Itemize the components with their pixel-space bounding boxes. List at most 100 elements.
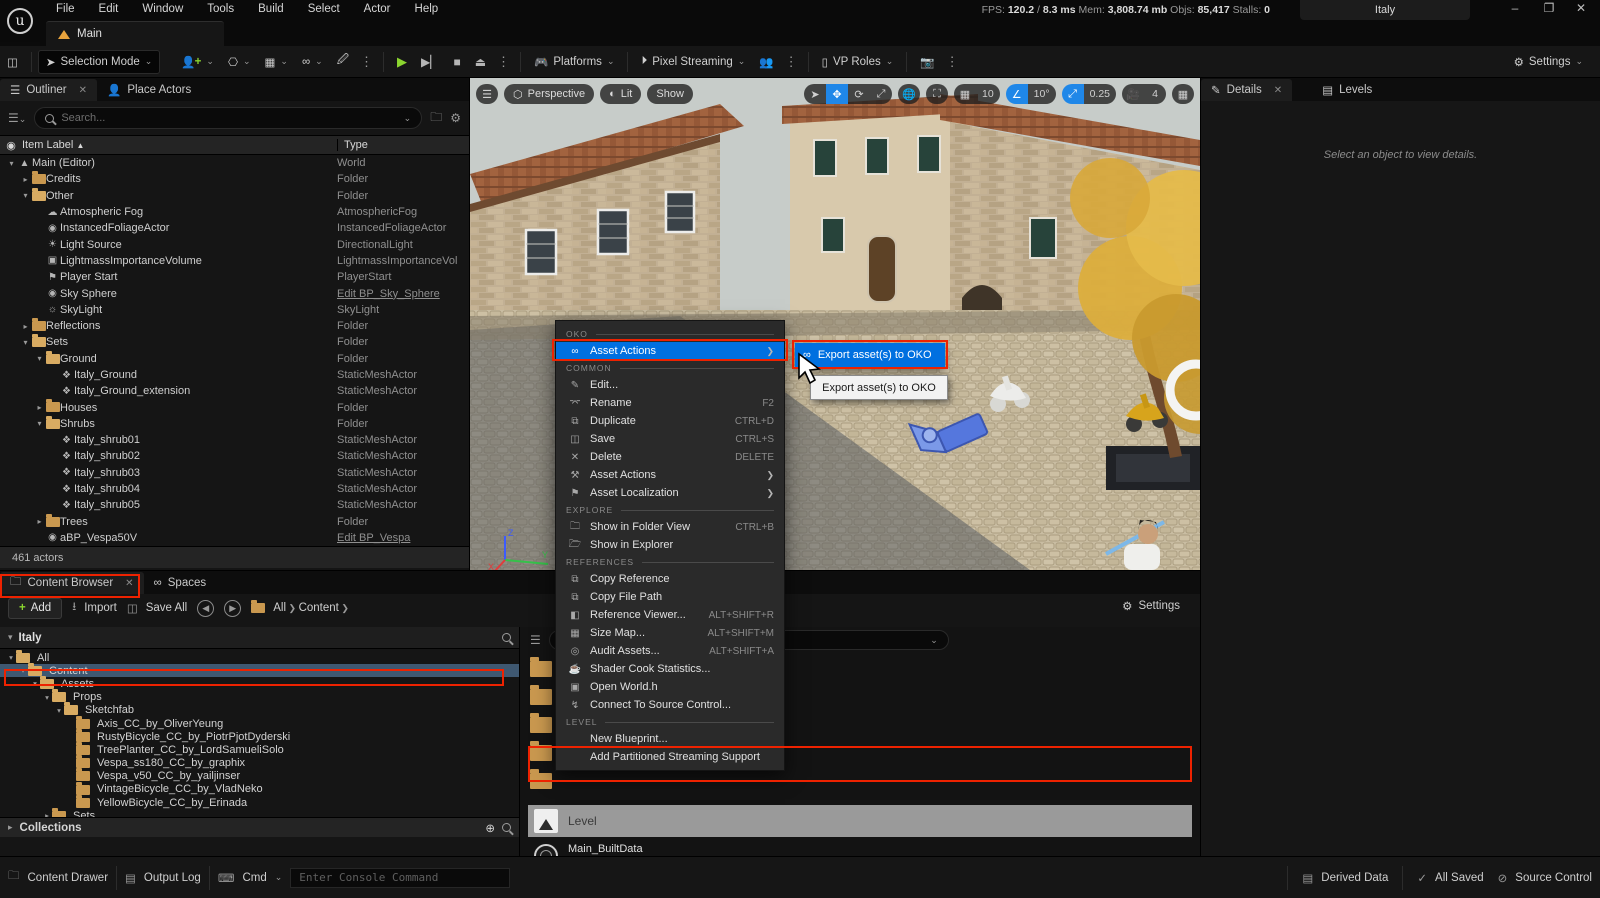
scale-tool-icon[interactable]: ⤢ (870, 84, 892, 104)
outliner-row[interactable]: ▸TreesFolder (0, 514, 469, 530)
outliner-row[interactable]: ❖Italy_Ground_extensionStaticMeshActor (0, 383, 469, 399)
eject-button[interactable]: ⏏ (468, 50, 493, 74)
context-item-duplicate[interactable]: ⧉DuplicateCTRL+D (556, 412, 784, 430)
context-item-connect-to-source-control-[interactable]: ↯Connect To Source Control... (556, 696, 784, 714)
outliner-search[interactable]: ⌄ (34, 107, 422, 129)
all-saved-button[interactable]: ✓All Saved (1417, 871, 1483, 885)
outliner-settings-icon[interactable]: ⚙ (450, 111, 461, 125)
cmd-dropdown[interactable]: ⌨Cmd⌄ (218, 871, 282, 885)
vp-roles-dropdown[interactable]: ▯VP Roles⌄ (815, 50, 901, 74)
back-button[interactable]: ◀ (197, 600, 214, 617)
folder-tree-row[interactable]: ▸ Sets (0, 809, 519, 817)
collections-bar[interactable]: ▸ Collections ⊕ (0, 817, 519, 837)
expander-icon[interactable]: ▾ (6, 653, 16, 662)
folder-tree-row[interactable]: ▾ Assets (0, 677, 519, 690)
edit-blueprint-link[interactable]: Edit BP_Vespa (337, 532, 469, 544)
outliner-row[interactable]: ▸ReflectionsFolder (0, 318, 469, 334)
camera-speed-value[interactable]: 4 (1144, 84, 1166, 104)
outliner-column-header[interactable]: ◉ Item Label ▲ Type (0, 135, 469, 155)
tab-place-actors[interactable]: 👤 Place Actors (97, 79, 201, 101)
context-item-audit-assets-[interactable]: ◎Audit Assets...ALT+SHIFT+A (556, 642, 784, 660)
expander-icon[interactable]: ▾ (18, 666, 28, 675)
menu-tools[interactable]: Tools (195, 0, 246, 15)
context-item-size-map-[interactable]: ▦Size Map...ALT+SHIFT+M (556, 624, 784, 642)
output-log-button[interactable]: ▤Output Log (125, 871, 201, 885)
outliner-row[interactable]: ◉Sky SphereEdit BP_Sky_Sphere (0, 285, 469, 301)
settings-dropdown[interactable]: ⚙Settings⌄ (1507, 50, 1590, 74)
outliner-row[interactable]: ▾▲Main (Editor)World (0, 155, 469, 171)
forward-button[interactable]: ▶ (224, 600, 241, 617)
rotate-tool-icon[interactable]: ⟳ (848, 84, 870, 104)
toolbar-overflow-kebab[interactable]: ⋮ (356, 54, 377, 70)
folder-tree-row[interactable]: ▾ Content (0, 664, 519, 677)
context-item-save[interactable]: ◫SaveCTRL+S (556, 430, 784, 448)
asset-folder-row[interactable] (530, 717, 556, 737)
expander-icon[interactable]: ▾ (20, 338, 31, 347)
add-collection-icon[interactable]: ⊕ (485, 821, 495, 835)
camera-kebab[interactable]: ⋮ (942, 54, 963, 70)
outliner-row[interactable]: ▾SetsFolder (0, 334, 469, 350)
select-tool-icon[interactable]: ➤ (804, 84, 826, 104)
outliner-row[interactable]: ☀Light SourceDirectionalLight (0, 236, 469, 252)
scale-snap-icon[interactable]: ⤢ (1062, 84, 1084, 104)
landscape-tool-button[interactable]: 🖉 (330, 50, 356, 74)
outliner-row[interactable]: ⚑Player StartPlayerStart (0, 269, 469, 285)
context-item-show-in-explorer[interactable]: 🗁Show in Explorer (556, 536, 784, 554)
breadcrumb[interactable]: All ❯ Content ❯ (251, 602, 349, 614)
tab-levels[interactable]: ▤ Levels (1312, 79, 1382, 101)
visibility-eye-icon[interactable]: ◉ (0, 139, 22, 152)
breadcrumb-all[interactable]: All (273, 602, 286, 614)
outliner-row[interactable]: ▣LightmassImportanceVolumeLightmassImpor… (0, 253, 469, 269)
grid-snap-value[interactable]: 10 (976, 84, 1000, 104)
maximize-viewport-icon[interactable]: ▦ (1172, 84, 1194, 104)
folder-tree-row[interactable]: ▾ Sketchfab (0, 704, 519, 717)
search-icon[interactable] (502, 633, 511, 642)
perspective-dropdown[interactable]: ⬡Perspective (504, 84, 594, 104)
outliner-row[interactable]: ❖Italy_shrub01StaticMeshActor (0, 432, 469, 448)
outliner-row[interactable]: ▾GroundFolder (0, 351, 469, 367)
oko-dropdown[interactable]: ∞⌄ (295, 50, 330, 74)
outliner-row[interactable]: ❖Italy_GroundStaticMeshActor (0, 367, 469, 383)
lit-dropdown[interactable]: ◐Lit (600, 84, 641, 104)
play-options-kebab[interactable]: ⋮ (493, 54, 514, 70)
expander-icon[interactable]: ▾ (34, 419, 45, 428)
outliner-row[interactable]: ❖Italy_shrub03StaticMeshActor (0, 465, 469, 481)
close-icon[interactable]: ✕ (79, 85, 87, 96)
source-collapse-row[interactable]: ▾ Italy (0, 627, 519, 649)
outliner-search-input[interactable] (61, 112, 396, 124)
tab-main-level[interactable]: Main (46, 21, 224, 46)
outliner-row[interactable]: ❖Italy_shrub04StaticMeshActor (0, 481, 469, 497)
expander-icon[interactable]: ▸ (20, 175, 31, 184)
outliner-row[interactable]: ▸HousesFolder (0, 399, 469, 415)
add-actor-dropdown[interactable]: 👤+⌄ (174, 50, 221, 74)
source-control-button[interactable]: ⊘Source Control (1498, 871, 1592, 885)
expander-icon[interactable]: ▾ (54, 706, 64, 715)
tab-content-browser[interactable]: 🗀 Content Browser✕ (0, 572, 144, 594)
outliner-row[interactable]: ▾ShrubsFolder (0, 416, 469, 432)
surface-snap-icon[interactable]: ⛶ (926, 84, 948, 104)
multi-user-kebab[interactable]: ⋮ (781, 54, 802, 70)
stop-button[interactable]: ■ (446, 50, 467, 74)
folder-tree-row[interactable]: YellowBicycle_CC_by_Erinada (0, 796, 519, 809)
menu-select[interactable]: Select (296, 0, 352, 15)
show-dropdown[interactable]: Show (647, 84, 693, 104)
asset-row-level-selected[interactable]: Level (528, 805, 1192, 837)
outliner-row[interactable]: ❖Italy_shrub05StaticMeshActor (0, 497, 469, 513)
close-button[interactable]: ✕ (1566, 0, 1596, 18)
expander-icon[interactable]: ▾ (20, 191, 31, 200)
expander-icon[interactable]: ▾ (6, 159, 17, 168)
outliner-row[interactable]: ☁Atmospheric FogAtmosphericFog (0, 204, 469, 220)
asset-folder-row[interactable] (530, 745, 556, 765)
content-drawer-button[interactable]: 🗀Content Drawer (8, 868, 108, 887)
content-browser-settings-button[interactable]: ⚙Settings (1122, 599, 1180, 613)
context-item-copy-file-path[interactable]: ⧉Copy File Path (556, 588, 784, 606)
folder-tree-row[interactable]: ▾ Props (0, 691, 519, 704)
import-button[interactable]: ⭳Import (72, 599, 117, 618)
context-item-copy-reference[interactable]: ⧉Copy Reference (556, 570, 784, 588)
menu-actor[interactable]: Actor (352, 0, 403, 15)
expander-icon[interactable]: ▸ (20, 322, 31, 331)
outliner-row[interactable]: ▸CreditsFolder (0, 171, 469, 187)
close-icon[interactable]: ✕ (1274, 85, 1282, 96)
add-button[interactable]: +Add (8, 598, 62, 619)
minimize-button[interactable]: – (1500, 0, 1530, 18)
